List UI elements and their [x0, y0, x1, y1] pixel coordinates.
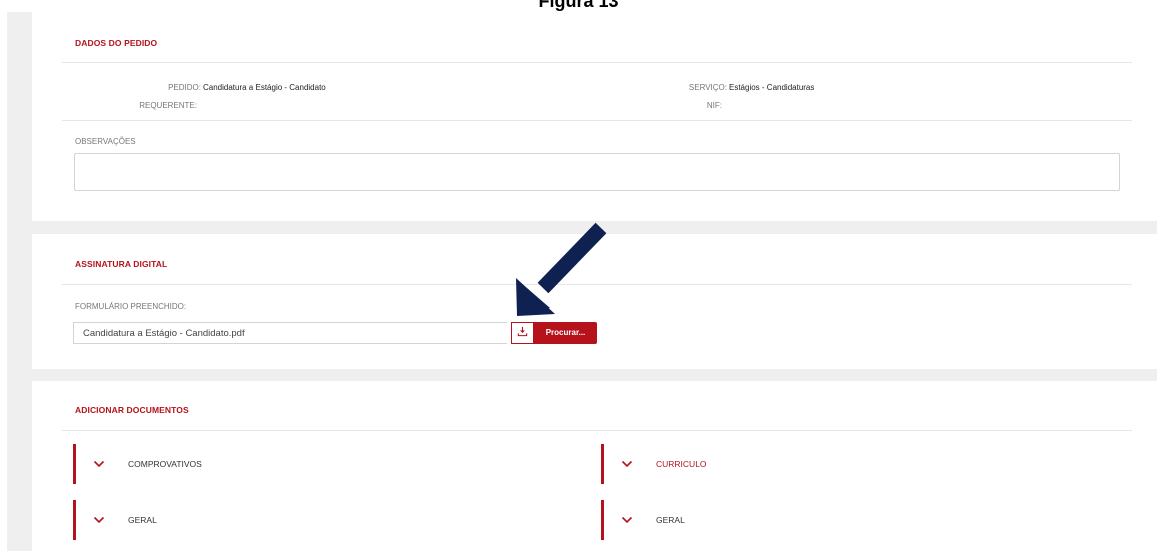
pedido-label: PEDIDO:	[168, 83, 201, 92]
requerente-label: REQUERENTE:	[139, 101, 197, 110]
dados-pedido-section: DADOS DO PEDIDO PEDIDO: Candidatura a Es…	[32, 12, 1157, 221]
chevron-down-icon	[92, 457, 106, 471]
documentos-title: ADICIONAR DOCUMENTOS	[75, 405, 189, 415]
file-name-field[interactable]: Candidatura a Estágio - Candidato.pdf	[73, 322, 507, 344]
doc-item-curriculo[interactable]: CURRICULO	[601, 444, 707, 484]
pdf-file-icon	[517, 324, 528, 342]
documentos-section: ADICIONAR DOCUMENTOS COMPROVATIVOS CURRI…	[32, 381, 1157, 551]
divider	[62, 430, 1132, 431]
pdf-view-button[interactable]	[511, 322, 534, 344]
doc-item-geral-2[interactable]: GERAL	[601, 500, 685, 540]
servico-value: Estágios - Candidaturas	[729, 83, 815, 92]
pedido-value: Candidatura a Estágio - Candidato	[203, 83, 326, 92]
chevron-down-icon	[92, 513, 106, 527]
chevron-down-icon	[620, 457, 634, 471]
doc-item-geral[interactable]: GERAL	[73, 500, 157, 540]
doc-item-label: GERAL	[128, 515, 157, 525]
doc-item-label: COMPROVATIVOS	[128, 459, 202, 469]
divider	[62, 120, 1132, 121]
dados-pedido-title: DADOS DO PEDIDO	[75, 38, 158, 48]
figure-title: Figura 13	[538, 0, 619, 11]
doc-item-comprovativos[interactable]: COMPROVATIVOS	[73, 444, 202, 484]
chevron-down-icon	[620, 513, 634, 527]
doc-item-label: GERAL	[656, 515, 685, 525]
procurar-button[interactable]: Procurar...	[534, 322, 597, 344]
nif-label: NIF:	[706, 101, 722, 110]
observacoes-label: OBSERVAÇÕES	[75, 137, 136, 146]
servico-label: SERVIÇO:	[688, 83, 727, 92]
assinatura-title: ASSINATURA DIGITAL	[75, 259, 168, 269]
observacoes-field[interactable]	[74, 153, 1120, 191]
doc-item-label: CURRICULO	[656, 459, 707, 469]
divider	[62, 284, 1132, 285]
formulario-label: FORMULÁRIO PREENCHIDO:	[75, 302, 187, 311]
divider	[62, 62, 1132, 63]
assinatura-section: ASSINATURA DIGITAL FORMULÁRIO PREENCHIDO…	[32, 234, 1157, 369]
